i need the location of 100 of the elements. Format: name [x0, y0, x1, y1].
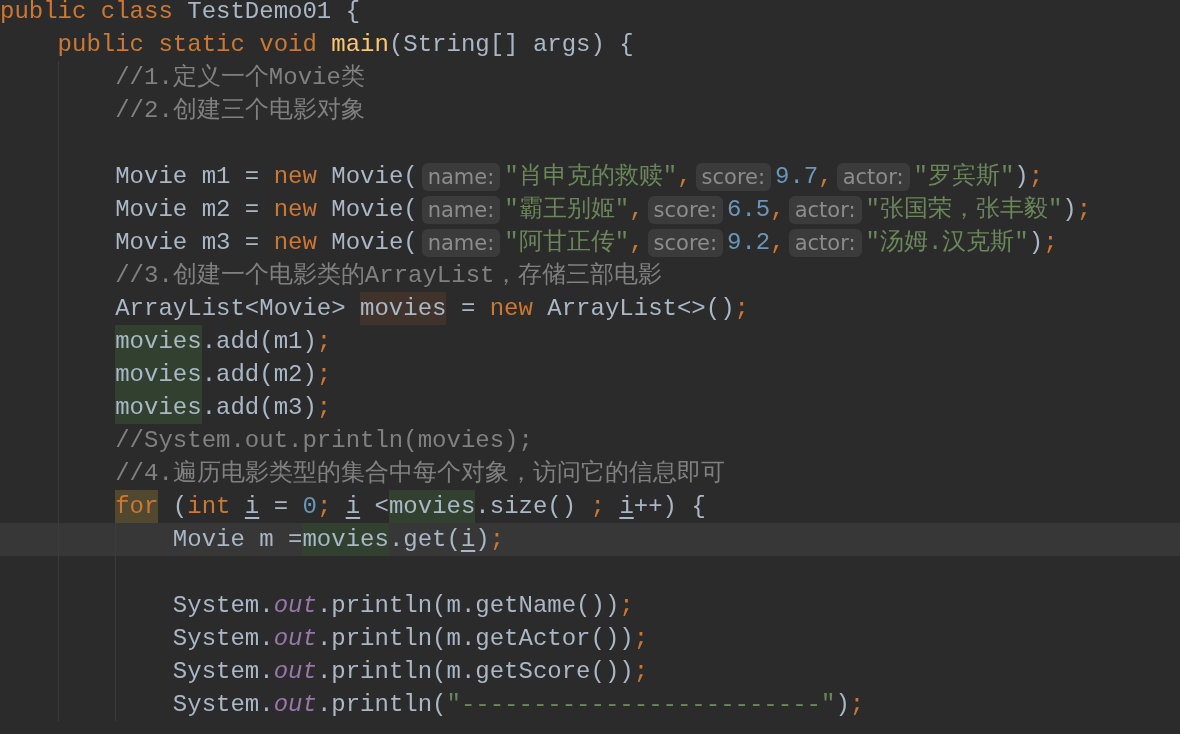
number-literal: 6.5: [727, 195, 771, 225]
number-literal: 0: [302, 492, 317, 522]
code-text: Movie(: [331, 228, 418, 258]
code-text: System.: [172, 624, 274, 654]
variable-name: i: [619, 492, 634, 522]
code-text: =: [459, 294, 477, 324]
keyword: ;: [633, 624, 649, 654]
code-comment: //System.out.println(movies);: [115, 426, 533, 456]
code-text: =: [272, 492, 290, 522]
keyword: ;: [590, 492, 606, 522]
method-name: main: [331, 30, 389, 60]
code-text: .println(: [316, 690, 447, 720]
code-text: .println(m.getScore()): [316, 657, 634, 687]
keyword: ;: [316, 492, 333, 522]
code-text: (String[] args) {: [388, 30, 634, 60]
variable-highlight: movies: [115, 325, 202, 358]
keyword-highlight: for: [115, 490, 159, 523]
string-literal: "罗宾斯": [913, 162, 1015, 192]
variable-highlight: movies: [115, 391, 202, 424]
parameter-hint: name:: [421, 162, 501, 191]
string-literal: "霸王别姬": [504, 195, 630, 225]
code-text: .add(m1): [201, 327, 317, 357]
code-text: ): [835, 690, 850, 720]
variable-name: i: [345, 492, 361, 522]
code-text: Movie m2 =: [115, 195, 261, 225]
code-text: ++) {: [633, 492, 706, 522]
keyword: public static void: [57, 30, 318, 60]
keyword: ,: [629, 195, 644, 225]
code-text: System.: [172, 591, 274, 621]
keyword: ,: [770, 195, 785, 225]
keyword: int: [187, 492, 232, 522]
keyword: ;: [633, 657, 649, 687]
parameter-hint: score:: [647, 195, 724, 224]
keyword: new: [273, 228, 318, 258]
variable-name: i: [460, 525, 476, 555]
string-literal: "阿甘正传": [504, 228, 630, 258]
code-text: Movie(: [331, 195, 418, 225]
static-field: out: [273, 655, 317, 688]
keyword: ,: [770, 228, 785, 258]
string-literal: "张国荣，张丰毅": [865, 195, 1063, 225]
code-text: Movie(: [331, 162, 418, 192]
variable-name: i: [244, 492, 260, 522]
code-comment: //4.遍历电影类型的集合中每个对象，访问它的信息即可: [115, 458, 725, 489]
code-text: .get(: [388, 525, 461, 555]
number-literal: 9.2: [727, 228, 771, 258]
parameter-hint: name:: [421, 228, 501, 257]
variable-highlight: movies: [115, 358, 202, 391]
code-text: Movie m1 =: [115, 162, 261, 192]
number-literal: 9.7: [775, 162, 819, 192]
static-field: out: [273, 688, 317, 721]
code-text: .println(m.getActor()): [316, 624, 634, 654]
code-comment: //1.定义一个Movie类: [115, 63, 365, 93]
keyword: new: [273, 195, 318, 225]
keyword: public class: [0, 0, 174, 27]
keyword: ,: [818, 162, 833, 192]
parameter-hint: score:: [695, 162, 772, 191]
code-text: TestDemo01 {: [187, 0, 361, 27]
code-text: .size(): [475, 492, 578, 522]
keyword: ;: [1076, 195, 1092, 225]
code-text: ArrayList<Movie>: [115, 294, 347, 324]
code-text: ): [1062, 195, 1077, 225]
code-comment: //2.创建三个电影对象: [115, 96, 365, 126]
keyword: ,: [629, 228, 644, 258]
code-text: (: [171, 492, 188, 522]
code-text: .add(m2): [201, 360, 317, 390]
keyword: new: [273, 162, 318, 192]
code-text: ): [475, 525, 490, 555]
code-text: ): [1028, 228, 1044, 258]
keyword: ;: [316, 327, 332, 357]
parameter-hint: score:: [647, 228, 724, 257]
keyword: ;: [316, 360, 332, 390]
parameter-hint: actor:: [788, 195, 862, 224]
static-field: out: [273, 622, 317, 655]
keyword: ;: [734, 294, 749, 324]
keyword: ;: [1043, 228, 1058, 258]
keyword: ,: [677, 162, 692, 192]
code-text: ArrayList<>(): [547, 294, 735, 324]
code-text: Movie m =: [172, 525, 303, 555]
keyword: ;: [316, 393, 332, 423]
code-text: System.: [172, 657, 274, 687]
code-text: ): [1014, 162, 1029, 192]
variable-highlight: movies: [360, 292, 447, 325]
parameter-hint: actor:: [836, 162, 910, 191]
variable-highlight: movies: [302, 523, 389, 556]
parameter-hint: name:: [421, 195, 501, 224]
code-comment: //3.创建一个电影类的ArrayList，存储三部电影: [115, 261, 663, 291]
code-text: Movie m3 =: [115, 228, 261, 258]
keyword: ;: [489, 525, 505, 555]
string-literal: "-------------------------": [446, 690, 836, 720]
keyword: ;: [619, 591, 634, 621]
string-literal: "肖申克的救赎": [504, 162, 678, 192]
string-literal: "汤姆.汉克斯": [865, 228, 1029, 258]
static-field: out: [273, 589, 317, 622]
code-text: <: [373, 492, 389, 522]
code-text: System.: [172, 690, 274, 720]
code-text: .println(m.getName()): [316, 591, 620, 621]
keyword: new: [489, 294, 534, 324]
code-text: .add(m3): [201, 393, 317, 423]
keyword: ;: [1028, 162, 1044, 192]
variable-highlight: movies: [388, 490, 476, 523]
